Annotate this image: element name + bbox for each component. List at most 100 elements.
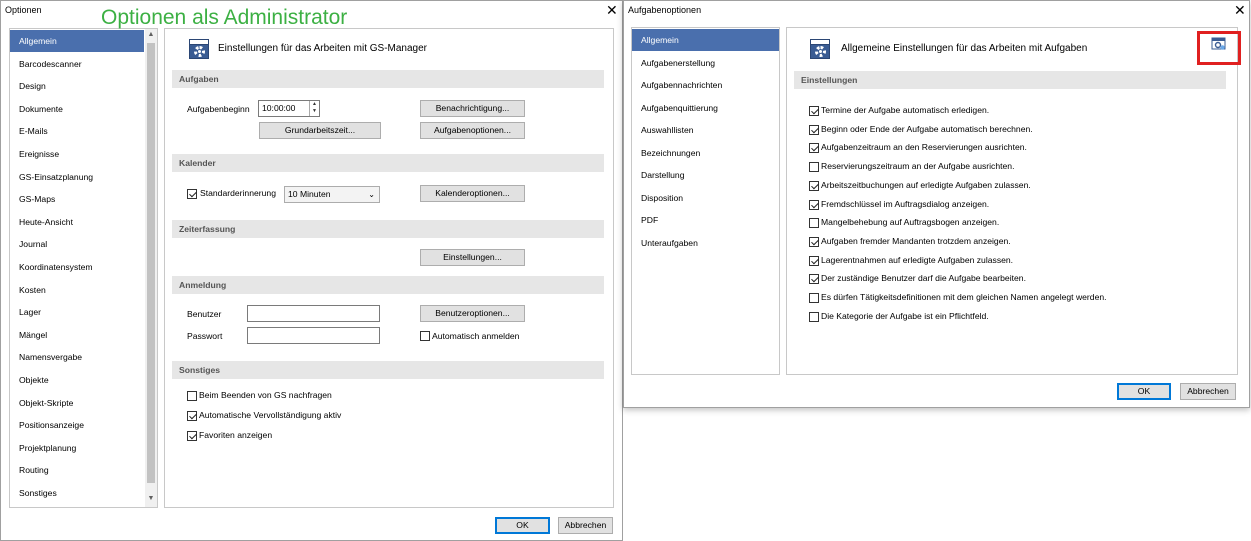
nav-item-bezeichnungen[interactable]: Bezeichnungen (632, 142, 779, 164)
nav-scrollbar[interactable]: ▲ ▼ (145, 29, 157, 507)
nav-item-e-mails[interactable]: E-Mails (10, 120, 144, 142)
task-options-nav-list: Allgemein Aufgabenerstellung Aufgabennachr… (631, 27, 780, 375)
nav-item-kosten[interactable]: Kosten (10, 279, 144, 301)
automatisch-anmelden-label: Automatisch anmelden (432, 331, 520, 341)
time-spinner[interactable]: ▲ ▼ (309, 101, 319, 116)
option-checkbox-label: Aufgaben fremder Mandanten trotzdem anze… (821, 235, 1011, 246)
task-options-cancel-button[interactable]: Abbrechen (1180, 383, 1236, 400)
option-checkbox-label: Beginn oder Ende der Aufgabe automatisch… (821, 123, 1033, 134)
option-checkbox-label: Aufgabenzeitraum an den Reservierungen a… (821, 142, 1027, 153)
nav-item-aufgabennachrichten[interactable]: Aufgabennachrichten (632, 74, 779, 96)
option-checkbox-label: Arbeitszeitbuchungen auf erledigte Aufga… (821, 179, 1031, 190)
option-checkbox[interactable] (809, 124, 819, 135)
option-checkbox-label: Automatische Vervollständigung aktiv (199, 410, 342, 420)
benachrichtigung-button[interactable]: Benachrichtigung... (420, 100, 525, 117)
benutzer-input[interactable] (247, 305, 380, 322)
nav-item-unteraufgaben[interactable]: Unteraufgaben (632, 232, 779, 254)
aufgabenbeginn-time-input[interactable]: 10:00:00 ▲ ▼ (258, 100, 320, 117)
nav-item-pdf[interactable]: PDF (632, 209, 779, 231)
option-checkbox-label: Lagerentnahmen auf erledigte Aufgaben zu… (821, 254, 1014, 265)
section-kalender: Kalender (172, 154, 604, 172)
option-checkbox[interactable] (809, 106, 819, 116)
task-options-ok-button[interactable]: OK (1117, 383, 1171, 400)
nav-item-allgemein[interactable]: Allgemein (10, 30, 144, 52)
nav-item-gs-einsatzplanung[interactable]: GS-Einsatzplanung (10, 166, 144, 188)
nav-item-heute-ansicht[interactable]: Heute-Ansicht (10, 211, 144, 233)
scroll-down-icon[interactable]: ▼ (145, 495, 157, 502)
nav-item-auswahllisten[interactable]: Auswahllisten (632, 119, 779, 141)
option-checkbox[interactable] (809, 236, 819, 247)
nav-item-gs-maps[interactable]: GS-Maps (10, 188, 144, 210)
nav-item-mängel[interactable]: Mängel (10, 324, 144, 346)
nav-item-allgemein[interactable]: Allgemein (632, 29, 779, 51)
section-zeiterfassung: Zeiterfassung (172, 220, 604, 238)
spin-down-icon[interactable]: ▼ (310, 108, 319, 115)
options-window-title: Optionen (5, 5, 42, 15)
kalenderoptionen-button[interactable]: Kalenderoptionen... (420, 185, 525, 202)
nav-item-aufgabenerstellung[interactable]: Aufgabenerstellung (632, 52, 779, 74)
option-checkbox[interactable] (809, 218, 819, 229)
passwort-input[interactable] (247, 327, 380, 344)
options-header: Einstellungen für das Arbeiten mit GS-Ma… (218, 43, 427, 54)
nav-item-journal[interactable]: Journal (10, 233, 144, 255)
nav-item-projektplanung[interactable]: Projektplanung (10, 437, 144, 459)
automatisch-anmelden-checkbox[interactable] (420, 331, 430, 341)
option-checkbox-label: Favoriten anzeigen (199, 430, 273, 440)
nav-item-design[interactable]: Design (10, 75, 144, 97)
aufgabenoptionen-button[interactable]: Aufgabenoptionen... (420, 122, 525, 139)
overlay-annotation: Optionen als Administrator (101, 6, 348, 29)
zeiterfassung-einstellungen-button[interactable]: Einstellungen... (420, 249, 525, 266)
nav-item-aufgabenquittierung[interactable]: Aufgabenquittierung (632, 97, 779, 119)
standarderinnerung-select[interactable]: 10 Minuten ⌄ (284, 186, 380, 203)
options-nav-list: Allgemein Barcodescanner Design Dokumente E-… (9, 28, 158, 508)
standarderinnerung-label: Standarderinnerung (200, 188, 276, 198)
nav-item-objekte[interactable]: Objekte (10, 369, 144, 391)
spin-up-icon[interactable]: ▲ (310, 101, 319, 108)
option-checkbox[interactable] (809, 255, 819, 266)
option-checkbox[interactable] (809, 274, 819, 285)
scroll-up-icon[interactable]: ▲ (145, 31, 157, 38)
nav-item-koordinatensystem[interactable]: Koordinatensystem (10, 256, 144, 278)
nav-item-namensvergabe[interactable]: Namensvergabe (10, 346, 144, 368)
nav-item-dokumente[interactable]: Dokumente (10, 98, 144, 120)
option-checkbox-label: Termine der Aufgabe automatisch erledige… (821, 105, 990, 115)
option-checkbox-label: Mangelbehebung auf Auftragsbogen anzeige… (821, 217, 1000, 228)
benutzeroptionen-button[interactable]: Benutzeroptionen... (420, 305, 525, 322)
options-cancel-button[interactable]: Abbrechen (558, 517, 613, 534)
section-aufgaben: Aufgaben (172, 70, 604, 88)
option-checkbox[interactable] (809, 293, 819, 303)
option-checkbox[interactable] (809, 143, 819, 154)
option-checkbox[interactable] (809, 311, 819, 322)
close-icon[interactable]: ✕ (606, 2, 618, 18)
close-icon[interactable]: ✕ (1234, 2, 1246, 18)
options-ok-button[interactable]: OK (495, 517, 550, 534)
nav-item-barcodescanner[interactable]: Barcodescanner (10, 53, 144, 75)
nav-item-sonstiges[interactable]: Sonstiges (10, 482, 144, 504)
option-checkbox[interactable] (809, 180, 819, 191)
option-checkbox[interactable] (187, 431, 197, 441)
nav-item-ereignisse[interactable]: Ereignisse (10, 143, 144, 165)
aufgabenbeginn-value: 10:00:00 (262, 103, 296, 113)
nav-item-darstellung[interactable]: Darstellung (632, 164, 779, 186)
nav-item-lager[interactable]: Lager (10, 301, 144, 323)
standarderinnerung-checkbox[interactable] (187, 189, 197, 199)
scroll-thumb[interactable] (147, 43, 155, 483)
section-anmeldung: Anmeldung (172, 276, 604, 294)
nav-item-disposition[interactable]: Disposition (632, 187, 779, 209)
task-options-content-panel: Allgemeine Einstellungen für das Arbeite… (786, 27, 1241, 375)
chevron-down-icon: ⌄ (368, 190, 375, 199)
passwort-label: Passwort (187, 331, 223, 341)
nav-item-routing[interactable]: Routing (10, 459, 144, 481)
option-checkbox[interactable] (809, 162, 819, 173)
option-checkbox-label: Reservierungszeitraum an der Aufgabe aus… (821, 161, 1015, 172)
option-checkbox[interactable] (187, 411, 197, 421)
option-checkbox[interactable] (187, 391, 197, 401)
highlight-frame (1197, 31, 1241, 65)
nav-item-objekt-skripte[interactable]: Objekt-Skripte (10, 392, 144, 414)
option-checkbox[interactable] (809, 199, 819, 210)
section-einstellungen: Einstellungen (794, 71, 1226, 89)
grundarbeitszeit-button[interactable]: Grundarbeitszeit... (259, 122, 381, 139)
settings-gear-icon (189, 39, 209, 59)
nav-item-positionsanzeige[interactable]: Positionsanzeige (10, 414, 144, 436)
task-options-window-title: Aufgabenoptionen (628, 5, 702, 15)
